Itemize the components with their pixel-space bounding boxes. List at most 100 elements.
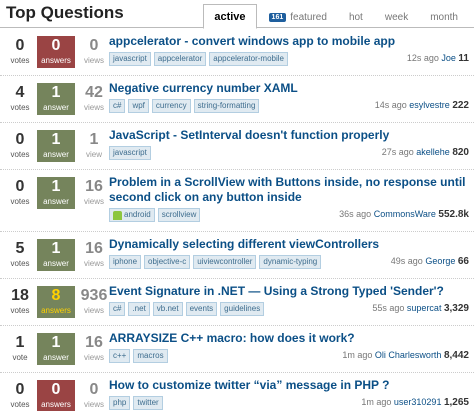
tag[interactable]: iphone <box>109 255 142 269</box>
vote-count: 0 votes <box>10 131 30 159</box>
question-time: 1m ago <box>342 350 373 360</box>
tag-list: javascript <box>109 146 154 160</box>
question-started: 12s ago Joe 11 <box>407 53 469 64</box>
vote-count: 0 votes <box>10 178 30 206</box>
question-list: 0 votes 0 answers 0 views appcelerator - co… <box>0 29 474 411</box>
tag[interactable]: scrollview <box>157 208 201 222</box>
user-link[interactable]: George <box>425 256 455 266</box>
view-count: 16 views <box>83 240 104 268</box>
question-title[interactable]: Negative currency number XAML <box>109 81 469 96</box>
question-started: 36s ago CommonsWare 552.8k <box>339 209 469 220</box>
tag-list: android scrollview <box>109 208 203 222</box>
question-summary: 0 votes 0 answers 0 views How to customize … <box>0 373 474 411</box>
question-tabs: active 161 featured hot week month <box>201 3 468 29</box>
tab-week[interactable]: week <box>375 6 418 28</box>
user-link[interactable]: CommonsWare <box>374 209 436 219</box>
tab-month[interactable]: month <box>420 6 468 28</box>
tag[interactable]: c# <box>109 99 126 113</box>
question-summary: 5 votes 1 answer 16 views Dynamically selec… <box>0 232 474 279</box>
tag[interactable]: string-formatting <box>193 99 260 113</box>
vote-count: 18 votes <box>10 287 30 315</box>
vote-count: 0 votes <box>10 381 30 409</box>
question-title[interactable]: appcelerator - convert windows app to mo… <box>109 34 469 49</box>
tag[interactable]: events <box>185 302 218 316</box>
tab-active[interactable]: active <box>203 4 257 29</box>
reputation: 552.8k <box>438 209 469 220</box>
view-count: 0 views <box>83 381 104 409</box>
question-time: 55s ago <box>372 303 405 313</box>
page-header: Top Questions active 161 featured hot wee… <box>0 0 474 29</box>
user-link[interactable]: esylvestre <box>409 100 450 110</box>
tag[interactable]: appcelerator <box>153 52 207 66</box>
tab-hot[interactable]: hot <box>339 6 373 28</box>
user-link[interactable]: supercat <box>407 303 442 313</box>
question-started: 14s ago esylvestre 222 <box>375 100 469 111</box>
tag-list: javascript appcelerator appcelerator-mob… <box>109 52 291 66</box>
tag[interactable]: appcelerator-mobile <box>209 52 288 66</box>
user-link[interactable]: Joe <box>441 53 456 63</box>
user-link[interactable]: Oli Charlesworth <box>375 350 442 360</box>
tag[interactable]: currency <box>151 99 191 113</box>
question-title[interactable]: Problem in a ScrollView with Buttons ins… <box>109 175 469 205</box>
reputation: 820 <box>452 147 469 158</box>
question-summary: 0 votes 1 answer 16 views Problem in a Scro… <box>0 170 474 232</box>
question-time: 49s ago <box>390 256 423 266</box>
user-link[interactable]: akellehe <box>416 147 450 157</box>
view-count: 936 views <box>80 287 108 315</box>
question-summary: 18 votes 8 answers 936 views Event Signatur… <box>0 279 474 326</box>
featured-count-badge: 161 <box>268 13 287 22</box>
tag[interactable]: guidelines <box>220 302 265 316</box>
tag-list: php twitter <box>109 396 166 410</box>
tag-list: c# .net vb.net events guidelines <box>109 302 267 316</box>
tag[interactable]: javascript <box>109 146 151 160</box>
reputation: 222 <box>452 100 469 111</box>
answer-count: 1 answer <box>37 177 75 209</box>
android-icon <box>113 210 122 220</box>
question-started: 55s ago supercat 3,329 <box>372 303 469 314</box>
tag-android[interactable]: android <box>109 208 155 222</box>
view-count: 16 views <box>83 334 104 362</box>
tag[interactable]: objective-c <box>144 255 191 269</box>
question-title[interactable]: Dynamically selecting different viewCont… <box>109 237 469 252</box>
reputation: 11 <box>458 53 469 64</box>
answer-count: 1 answer <box>37 130 75 162</box>
tag[interactable]: javascript <box>109 52 151 66</box>
vote-count: 1 vote <box>12 334 28 362</box>
tag[interactable]: c++ <box>109 349 131 363</box>
tag[interactable]: wpf <box>128 99 149 113</box>
tag[interactable]: .net <box>128 302 150 316</box>
vote-count: 4 votes <box>10 84 30 112</box>
question-time: 12s ago <box>406 53 439 63</box>
question-time: 27s ago <box>381 147 414 157</box>
question-title[interactable]: ARRAYSIZE C++ macro: how does it work? <box>109 331 469 346</box>
question-summary: 0 votes 1 answer 1 view JavaScript - SetInt… <box>0 123 474 170</box>
reputation: 1,265 <box>443 397 469 408</box>
tag[interactable]: php <box>109 396 131 410</box>
answer-count: 1 answer <box>37 239 75 271</box>
question-title[interactable]: Event Signature in .NET — Using a Strong… <box>109 284 469 299</box>
tag-list: c# wpf currency string-formatting <box>109 99 262 113</box>
tag[interactable]: uiviewcontroller <box>193 255 257 269</box>
answer-count: 0 answers <box>37 380 75 411</box>
tag[interactable]: twitter <box>133 396 163 410</box>
tag[interactable]: macros <box>133 349 168 363</box>
user-link[interactable]: user310291 <box>394 397 442 407</box>
tab-featured-label: featured <box>290 12 327 23</box>
question-summary: 4 votes 1 answer 42 views Negative currency… <box>0 76 474 123</box>
tag[interactable]: vb.net <box>152 302 183 316</box>
answer-count: 0 answers <box>37 36 75 68</box>
tag[interactable]: c# <box>109 302 126 316</box>
tab-featured[interactable]: 161 featured <box>259 6 337 28</box>
question-time: 36s ago <box>339 209 372 219</box>
question-title[interactable]: How to customize twitter “via” message i… <box>109 378 469 393</box>
question-title[interactable]: JavaScript - SetInterval doesn't functio… <box>109 128 469 143</box>
question-summary: 0 votes 0 answers 0 views appcelerator - co… <box>0 29 474 76</box>
question-started: 1m ago Oli Charlesworth 8,442 <box>342 350 469 361</box>
view-count: 0 views <box>83 37 104 65</box>
tag[interactable]: dynamic-typing <box>259 255 322 269</box>
view-count: 1 view <box>85 131 102 159</box>
question-started: 27s ago akellehe 820 <box>382 147 469 158</box>
answer-count: 1 answer <box>37 83 75 115</box>
vote-count: 5 votes <box>10 240 30 268</box>
answer-count: 1 answer <box>37 333 75 365</box>
